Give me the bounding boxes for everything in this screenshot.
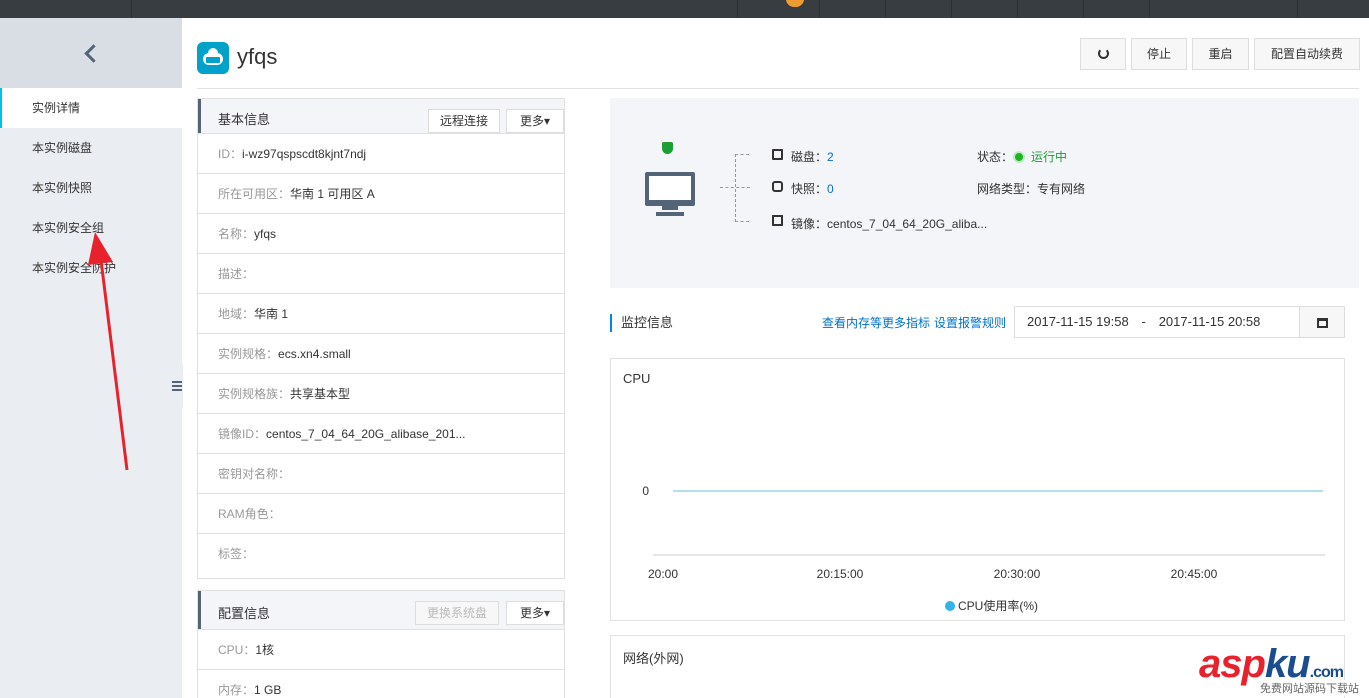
info-row-ram-role: RAM角色：	[198, 493, 564, 533]
snapshot-count-link[interactable]: 0	[827, 182, 834, 196]
change-system-disk-button[interactable]: 更换系统盘	[415, 601, 499, 625]
calendar-button[interactable]	[1299, 306, 1345, 338]
sidebar-item-security-protection[interactable]: 本实例安全防护	[0, 248, 182, 288]
disk-icon	[772, 149, 783, 160]
image-icon	[772, 215, 783, 226]
chevron-left-icon	[83, 43, 103, 63]
info-row-region: 地域：华南 1	[198, 293, 564, 333]
config-row-cpu: CPU：1核	[198, 629, 564, 669]
navbar-divider	[1297, 0, 1298, 18]
info-row-instance-type: 实例规格：ecs.xn4.small	[198, 333, 564, 373]
image-summary: 镜像：centos_7_04_64_20G_aliba...	[791, 217, 988, 231]
watermark-subtitle: 免费网站源码下载站	[1258, 680, 1361, 696]
basic-info-header: 基本信息 远程连接 更多▾	[198, 99, 564, 133]
navbar-divider	[131, 0, 132, 18]
config-info-title: 配置信息	[218, 606, 271, 621]
more-metrics-link[interactable]: 查看内存等更多指标	[822, 314, 930, 331]
y-tick-label: 0	[642, 484, 649, 498]
legend-swatch	[945, 600, 955, 611]
basic-info-panel: 基本信息 远程连接 更多▾ ID：i-wz97qspscdt8kjnt7ndj …	[197, 98, 565, 579]
x-tick-label: 20:00	[648, 567, 678, 581]
remote-connect-button[interactable]: 远程连接	[428, 109, 500, 133]
info-row-image-id: 镜像ID：centos_7_04_64_20G_alibase_201...	[198, 413, 564, 453]
connector-line	[735, 221, 749, 222]
x-tick-label: 20:30:00	[994, 567, 1041, 581]
alarm-rules-link[interactable]: 设置报警规则	[934, 314, 1006, 331]
disk-count-link[interactable]: 2	[827, 150, 834, 164]
top-navbar	[0, 0, 1369, 18]
cpu-chart: 0 20:00 20:15:00 20:30:00 20:45:00	[642, 484, 1325, 581]
sidebar-collapse-toggle[interactable]	[167, 364, 183, 408]
monitor-icon	[645, 172, 695, 206]
auto-renew-button[interactable]: 配置自动续费	[1254, 38, 1360, 70]
info-row-tags: 标签：	[198, 533, 564, 573]
sidebar-item-security-groups[interactable]: 本实例安全组	[0, 208, 182, 248]
cpu-chart-card: CPU 0 20:00 20:15:00 20:30:00 20:45:00 CPU使用…	[610, 358, 1345, 621]
status-summary: 状态： 运行中	[977, 150, 1068, 164]
sidebar: 实例详情 本实例磁盘 本实例快照 本实例安全组 本实例安全防护	[0, 18, 182, 698]
navbar-divider	[951, 0, 952, 18]
sidebar-item-disks[interactable]: 本实例磁盘	[0, 128, 182, 168]
date-range-input[interactable]: 2017-11-15 19:58-2017-11-15 20:58	[1014, 306, 1300, 338]
shield-icon	[662, 142, 673, 154]
chart-legend: CPU使用率(%)	[945, 597, 1038, 614]
snapshot-icon	[772, 181, 783, 192]
x-tick-label: 20:45:00	[1171, 567, 1218, 581]
restart-button[interactable]: 重启	[1192, 38, 1249, 70]
menu-icon	[172, 381, 182, 391]
running-status-icon	[1013, 150, 1026, 163]
navbar-divider	[737, 0, 738, 18]
ecs-cloud-icon	[197, 42, 229, 74]
info-row-type-family: 实例规格族：共享基本型	[198, 373, 564, 413]
page-title: yfqs	[237, 44, 278, 69]
navbar-divider	[1149, 0, 1150, 18]
navbar-divider	[885, 0, 886, 18]
monitor-stand	[662, 206, 678, 210]
monitor-base	[656, 212, 684, 216]
info-row-zone: 所在可用区：华南 1 可用区 A	[198, 173, 564, 213]
monitor-title: 监控信息	[610, 314, 673, 332]
title-divider	[197, 88, 1359, 89]
refresh-icon	[1097, 48, 1109, 60]
stop-button[interactable]: 停止	[1131, 38, 1187, 70]
basic-more-dropdown[interactable]: 更多▾	[506, 109, 564, 133]
basic-info-title: 基本信息	[218, 112, 271, 127]
config-info-panel: 配置信息 更换系统盘 更多▾ CPU：1核 内存：1 GB	[197, 590, 565, 698]
navbar-divider	[819, 0, 820, 18]
snapshot-summary: 快照：0	[791, 182, 834, 196]
config-row-memory: 内存：1 GB	[198, 669, 564, 698]
sidebar-back-button[interactable]	[0, 18, 182, 88]
notification-badge	[786, 0, 804, 7]
connector-line	[735, 154, 736, 222]
chart-title: 网络(外网)	[623, 651, 684, 666]
x-tick-label: 20:15:00	[817, 567, 864, 581]
info-row-keypair: 密钥对名称：	[198, 453, 564, 493]
disk-summary: 磁盘：2	[791, 150, 834, 164]
config-more-dropdown[interactable]: 更多▾	[506, 601, 564, 625]
navbar-divider	[1017, 0, 1018, 18]
info-row-name: 名称：yfqs	[198, 213, 564, 253]
navbar-divider	[1083, 0, 1084, 18]
info-row-id: ID：i-wz97qspscdt8kjnt7ndj	[198, 133, 564, 173]
sidebar-item-instance-details[interactable]: 实例详情	[0, 88, 182, 128]
info-row-description: 描述：	[198, 253, 564, 293]
refresh-button[interactable]	[1080, 38, 1126, 70]
config-info-header: 配置信息 更换系统盘 更多▾	[198, 591, 564, 629]
calendar-icon	[1317, 318, 1328, 328]
connector-line	[735, 154, 749, 155]
network-type-summary: 网络类型：专有网络	[977, 182, 1086, 196]
sidebar-item-snapshots[interactable]: 本实例快照	[0, 168, 182, 208]
